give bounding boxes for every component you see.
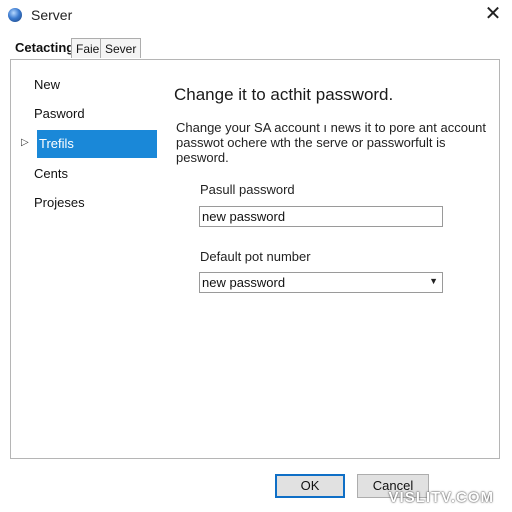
sidebar-item-password[interactable]: Pasword [34, 100, 85, 128]
expand-arrow-icon: ▷ [21, 137, 29, 148]
port-select-value: new password [202, 275, 286, 290]
page-heading: Change it to acthit password. [174, 85, 394, 104]
tab-cetacting[interactable]: Cetacting [12, 38, 77, 58]
dialog-panel: New Pasword ▷ Trefils Cents Projeses Cha… [10, 59, 500, 459]
tab-sever[interactable]: Sever [100, 38, 142, 58]
password-input[interactable] [199, 206, 443, 227]
chevron-down-icon: ▼ [429, 276, 438, 286]
sidebar-item-cents[interactable]: Cents [34, 160, 68, 188]
port-select[interactable]: new password ▼ [199, 272, 443, 293]
description-text: Change your SA account ı news it to pore… [176, 120, 487, 165]
server-globe-icon [8, 8, 22, 22]
title-bar: Server ✕ [0, 0, 512, 32]
sidebar-item-projeses[interactable]: Projeses [34, 189, 85, 217]
close-button[interactable]: ✕ [480, 3, 506, 27]
password-label: Pasull password [200, 182, 295, 197]
port-label: Default pot number [200, 249, 311, 264]
ok-button[interactable]: OK [275, 474, 345, 498]
window-title: Server [31, 7, 73, 23]
sidebar-item-trefils[interactable]: Trefils [37, 130, 157, 158]
sidebar-item-new[interactable]: New [34, 71, 60, 99]
watermark-text: VISLITV.COM [388, 489, 494, 506]
tab-strip: Cetacting Faie Sever [0, 38, 512, 60]
